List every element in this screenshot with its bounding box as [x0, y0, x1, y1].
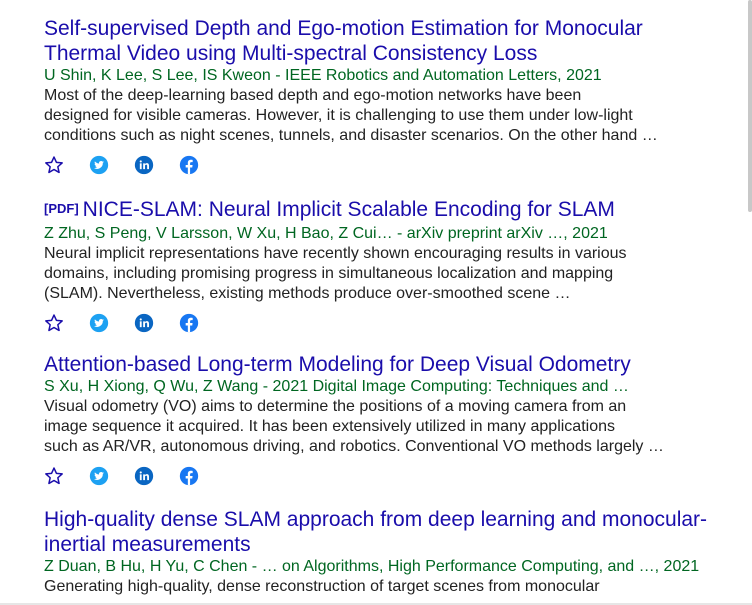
facebook-icon[interactable]: [179, 313, 199, 333]
result-title-link[interactable]: [PDF] NICE-SLAM: Neural Implicit Scalable…: [44, 197, 684, 224]
result-authors: Z Zhu, S Peng, V Larsson, W Xu, H Bao, Z…: [44, 225, 608, 242]
result-title-link[interactable]: Attention-based Long-term Modeling for D…: [44, 352, 684, 377]
snippet-line: Most of the deep-learning based depth an…: [44, 87, 582, 104]
snippet-line: conditions such as night scenes, tunnels…: [44, 127, 658, 144]
star-icon[interactable]: [44, 313, 64, 333]
snippet-line: Generating high-quality, dense reconstru…: [44, 578, 600, 595]
snippet-line: image sequence it acquired. It has been …: [44, 418, 615, 435]
result-snippet: Neural implicit representations have rec…: [44, 244, 684, 304]
linkedin-icon[interactable]: [134, 466, 154, 486]
linkedin-icon[interactable]: [134, 155, 154, 175]
result-title-line: High-quality dense SLAM approach from de…: [44, 508, 708, 531]
star-icon[interactable]: [44, 466, 64, 486]
snippet-line: such as AR/VR, autonomous driving, and r…: [44, 438, 664, 455]
result-title-link[interactable]: Self-supervised Depth and Ego-motion Est…: [44, 16, 684, 66]
result-title-link[interactable]: High-quality dense SLAM approach from de…: [44, 507, 707, 557]
result-actions: [44, 310, 684, 336]
twitter-icon[interactable]: [89, 313, 109, 333]
result-title-line: Self-supervised Depth and Ego-motion Est…: [44, 17, 643, 40]
scrollbar[interactable]: [748, 0, 752, 212]
facebook-icon[interactable]: [179, 466, 199, 486]
result-item: [PDF] NICE-SLAM: Neural Implicit Scalable…: [44, 197, 684, 336]
result-title-line: Attention-based Long-term Modeling for D…: [44, 353, 631, 376]
twitter-icon[interactable]: [89, 155, 109, 175]
result-snippet: Most of the deep-learning based depth an…: [44, 86, 684, 146]
result-title-line: Thermal Video using Multi-spectral Consi…: [44, 42, 538, 65]
result-authors: U Shin, K Lee, S Lee, IS Kweon - IEEE Ro…: [44, 67, 602, 84]
result-item: Attention-based Long-term Modeling for D…: [44, 352, 684, 489]
result-actions: [44, 463, 684, 489]
result-authors: Z Duan, B Hu, H Yu, C Chen - … on Algori…: [44, 558, 700, 575]
linkedin-icon[interactable]: [134, 313, 154, 333]
snippet-line: (SLAM). Nevertheless, existing methods p…: [44, 285, 571, 302]
star-icon[interactable]: [44, 155, 64, 175]
facebook-icon[interactable]: [179, 155, 199, 175]
result-authors: S Xu, H Xiong, Q Wu, Z Wang - 2021 Digit…: [44, 378, 629, 395]
pdf-tag: [PDF]: [44, 201, 79, 216]
result-actions: [44, 152, 684, 178]
snippet-line: Neural implicit representations have rec…: [44, 245, 627, 262]
result-snippet: Generating high-quality, dense reconstru…: [44, 577, 684, 597]
result-title-line: NICE-SLAM: Neural Implicit Scalable Enco…: [82, 198, 615, 221]
twitter-icon[interactable]: [89, 466, 109, 486]
result-snippet: Visual odometry (VO) aims to determine t…: [44, 397, 684, 457]
result-item: Self-supervised Depth and Ego-motion Est…: [44, 16, 684, 178]
snippet-line: designed for visible cameras. However, i…: [44, 107, 633, 124]
result-item: High-quality dense SLAM approach from de…: [44, 507, 707, 597]
snippet-line: domains, including promising progress in…: [44, 265, 614, 282]
result-title-line: inertial measurements: [44, 533, 251, 556]
snippet-line: Visual odometry (VO) aims to determine t…: [44, 398, 627, 415]
